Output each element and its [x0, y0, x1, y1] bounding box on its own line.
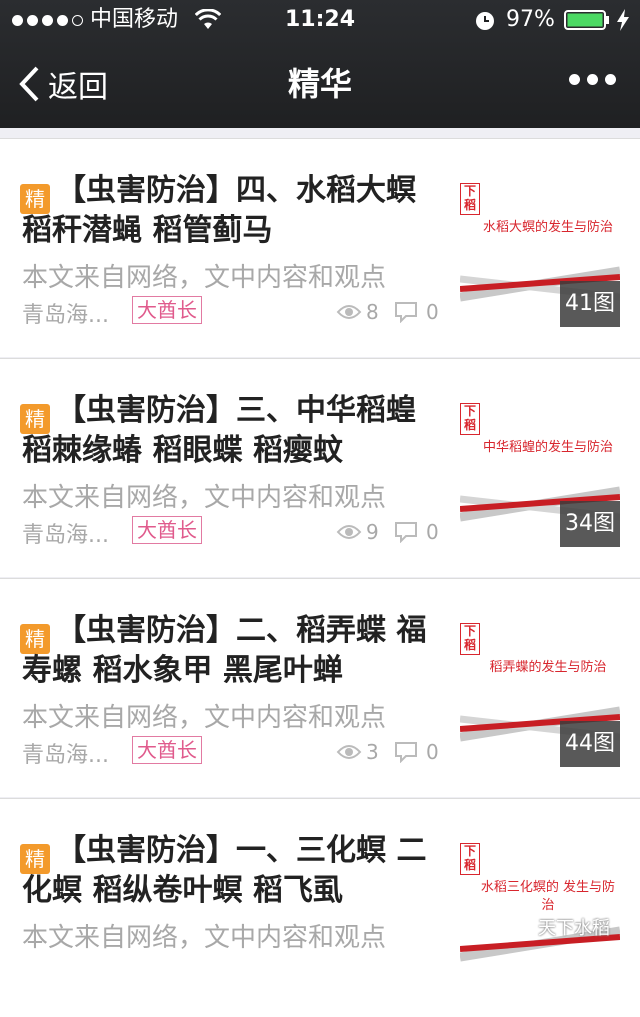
comment-count[interactable]: 0 — [394, 739, 439, 765]
article-card[interactable]: 精 【虫害防治】二、稻弄蝶 福寿螺 稻水象甲 黑尾叶蝉 本文来自网络，文中内容和… — [0, 578, 640, 797]
back-button[interactable]: 返回 — [18, 40, 108, 128]
top-bar: 中国移动 11:24 97% 返回 精华 — [0, 0, 640, 128]
view-count-value: 8 — [366, 300, 379, 324]
comment-count-value: 0 — [426, 740, 439, 764]
battery-icon — [564, 10, 609, 30]
article-thumbnail[interactable]: 下稻 水稻三化螟的 发生与防治 — [460, 839, 620, 987]
view-count: 9 — [336, 519, 379, 545]
image-count-badge: 34图 — [560, 501, 620, 547]
author-tag: 大酋长 — [132, 736, 202, 764]
comment-count-value: 0 — [426, 520, 439, 544]
author-name[interactable]: 青岛海... — [22, 297, 109, 329]
author-tag: 大酋长 — [132, 516, 202, 544]
status-bar: 中国移动 11:24 97% — [0, 0, 640, 40]
article-title[interactable]: 【虫害防治】二、稻弄蝶 福寿螺 稻水象甲 黑尾叶蝉 — [22, 611, 442, 691]
comment-icon — [395, 522, 417, 543]
article-summary: 本文来自网络，文中内容和观点 — [22, 263, 387, 293]
back-label: 返回 — [48, 70, 108, 105]
navigation-bar: 返回 精华 — [0, 40, 640, 128]
comment-count[interactable]: 0 — [394, 519, 439, 545]
view-count: 8 — [336, 299, 379, 325]
author-name[interactable]: 青岛海... — [22, 517, 109, 549]
alarm-clock-icon — [476, 12, 494, 30]
comment-count[interactable]: 0 — [394, 299, 439, 325]
article-thumbnail[interactable]: 下稻 中华稻蝗的发生与防治 34图 — [460, 399, 620, 547]
article-summary: 本文来自网络，文中内容和观点 — [22, 483, 387, 513]
view-count: 3 — [336, 739, 379, 765]
article-title[interactable]: 【虫害防治】一、三化螟 二化螟 稻纵卷叶螟 稻飞虱 — [22, 831, 442, 911]
watermark: 天下水稻 — [512, 914, 610, 940]
more-dot-icon — [587, 74, 598, 85]
more-dot-icon — [569, 74, 580, 85]
article-card[interactable]: 精 【虫害防治】三、中华稻蝗 稻棘缘蝽 稻眼蝶 稻瘿蚊 本文来自网络，文中内容和… — [0, 358, 640, 577]
image-count-badge: 44图 — [560, 721, 620, 767]
wechat-icon — [512, 918, 533, 935]
comment-icon — [395, 302, 417, 323]
article-title[interactable]: 【虫害防治】四、水稻大螟 稻秆潜蝇 稻管蓟马 — [22, 171, 442, 251]
eye-icon — [336, 525, 362, 539]
more-options-button[interactable] — [569, 74, 616, 85]
image-count-badge: 41图 — [560, 281, 620, 327]
article-title[interactable]: 【虫害防治】三、中华稻蝗 稻棘缘蝽 稻眼蝶 稻瘿蚊 — [22, 391, 442, 471]
charging-bolt-icon — [617, 9, 629, 31]
article-card[interactable]: 精 【虫害防治】四、水稻大螟 稻秆潜蝇 稻管蓟马 本文来自网络，文中内容和观点 … — [0, 138, 640, 357]
author-name[interactable]: 青岛海... — [22, 737, 109, 769]
chevron-left-icon — [19, 66, 39, 102]
eye-icon — [336, 305, 362, 319]
comment-icon — [395, 742, 417, 763]
battery-percent: 97% — [506, 7, 555, 32]
view-count-value: 9 — [366, 520, 379, 544]
more-dot-icon — [605, 74, 616, 85]
article-thumbnail[interactable]: 下稻 水稻大螟的发生与防治 41图 — [460, 179, 620, 327]
article-card[interactable]: 精 【虫害防治】一、三化螟 二化螟 稻纵卷叶螟 稻飞虱 本文来自网络，文中内容和… — [0, 798, 640, 1017]
article-summary: 本文来自网络，文中内容和观点 — [22, 923, 387, 953]
eye-icon — [336, 745, 362, 759]
watermark-text: 天下水稻 — [538, 918, 610, 939]
view-count-value: 3 — [366, 740, 379, 764]
comment-count-value: 0 — [426, 300, 439, 324]
author-tag: 大酋长 — [132, 296, 202, 324]
article-summary: 本文来自网络，文中内容和观点 — [22, 703, 387, 733]
article-thumbnail[interactable]: 下稻 稻弄蝶的发生与防治 44图 — [460, 619, 620, 767]
thumbnail-graphic — [460, 926, 620, 962]
